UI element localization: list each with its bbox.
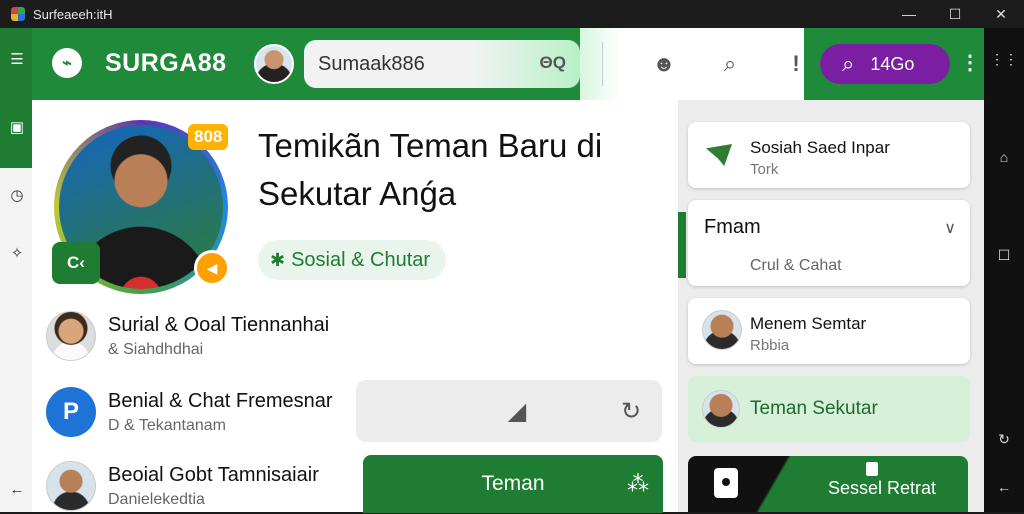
divider (602, 42, 603, 86)
search-icon: ⌕ (842, 51, 855, 76)
contact-sub: & Siahdhdhai (108, 340, 204, 358)
left-rail: ☰ ▣ ◷ ✧ ← (0, 28, 32, 512)
search-box[interactable]: ΘQ (304, 40, 580, 88)
avatar: P (46, 387, 96, 437)
alert-icon[interactable]: ! (782, 50, 810, 78)
avatar (46, 461, 96, 511)
contact-sub: D & Tekantanam (108, 416, 226, 434)
chip-label: Sosial & Chutar (291, 248, 431, 271)
card-sub: Rbbia (750, 337, 790, 354)
menu-icon[interactable]: ☰ (8, 50, 26, 68)
chevron-down-icon[interactable]: ∨ (944, 218, 956, 238)
badge-green: C‹ (52, 242, 100, 284)
window-title: Surfeaeeh:itH (33, 6, 113, 22)
teman-label: Teman (481, 472, 545, 495)
search-icon[interactable]: ⌕ (716, 50, 744, 78)
puzzle-icon[interactable]: ✧ (8, 244, 26, 262)
search-pill-button[interactable]: ⌕ 14Go (820, 44, 950, 84)
category-chip[interactable]: ✱ Sosial & Chutar (258, 240, 447, 280)
avatar (702, 310, 742, 350)
header-tools: ☻ ⌕ ! (580, 28, 804, 100)
clock-icon[interactable]: ◷ (8, 186, 26, 204)
card-contact[interactable]: Menem Semtar Rbbia (688, 298, 970, 364)
action-toolbar: ◢ ↻ (356, 380, 662, 442)
contact-sub: Danielekedtia (108, 490, 205, 508)
card-title: Sessel Retrat (828, 478, 937, 498)
avatar[interactable] (254, 44, 294, 84)
badge-808: 808 (188, 124, 229, 150)
refresh-icon[interactable]: ↻ (995, 430, 1013, 448)
teman-button[interactable]: Teman ⁂ (363, 455, 663, 513)
contact-name: Benial & Chat Fremesnar (108, 389, 333, 412)
logo-icon[interactable]: ⌁ (52, 48, 82, 78)
active-indicator (678, 212, 686, 278)
search-icon[interactable]: ΘQ (540, 53, 566, 73)
search-input[interactable] (318, 52, 518, 76)
back-arrow-icon[interactable]: ← (8, 480, 26, 498)
app-header: ⌁ SURGA88 ΘQ ☻ ⌕ ! ⌕ 14Go ⋮ (32, 28, 984, 100)
close-button[interactable]: ✕ (978, 0, 1024, 28)
card-title: Sosiah Saed Inpar (750, 138, 890, 157)
card-title: Fmam (704, 216, 761, 238)
list-item[interactable]: P Benial & Chat Fremesnar D & Tekantanam (46, 384, 366, 440)
face-search-icon[interactable]: ☻ (650, 50, 678, 78)
page-title: Temikãn Teman Baru di Sekutar Anǵa (258, 127, 603, 212)
card-title: Teman Sekutar (750, 398, 878, 419)
card-nearby-friends[interactable]: Teman Sekutar (688, 376, 970, 442)
badge-orange: ◀ (194, 250, 230, 286)
minimize-button[interactable]: — (886, 0, 932, 28)
back-icon[interactable]: ← (995, 478, 1013, 496)
contact-name: Surial & Ooal Tiennanhai (108, 313, 330, 336)
avatar (46, 311, 96, 361)
square-icon[interactable]: ☐ (995, 246, 1013, 264)
main-panel: 808 C‹ ◀ Temikãn Teman Baru di Sekutar A… (32, 100, 678, 514)
card-session-button[interactable]: Sessel Retrat (688, 456, 968, 512)
gear-icon: ✱ (270, 249, 286, 270)
square-icon[interactable]: ▣ (8, 118, 26, 136)
window-controls: — ☐ ✕ (886, 0, 1024, 28)
share-icon: ⁂ (627, 471, 649, 496)
app-icon (11, 7, 25, 21)
brand-name: SURGA88 (105, 49, 227, 77)
lock-icon (866, 462, 878, 476)
title-bar: Surfeaeeh:itH — ☐ ✕ (0, 0, 1024, 28)
send-icon (706, 144, 732, 166)
left-rail-accent (0, 28, 32, 168)
card-title: Menem Semtar (750, 314, 867, 333)
maximize-button[interactable]: ☐ (932, 0, 978, 28)
list-item[interactable]: Beoial Gobt Tamnisaiair Danielekedtia (46, 458, 366, 514)
home-icon[interactable]: ⌂ (995, 148, 1013, 166)
more-icon[interactable]: ⋮ (960, 50, 980, 75)
lock-icon (714, 468, 738, 498)
avatar (702, 390, 740, 428)
contact-name: Beoial Gobt Tamnisaiair (108, 463, 319, 486)
card-social-feed[interactable]: Sosiah Saed Inpar Tork (688, 122, 970, 188)
right-sidebar: Sosiah Saed Inpar Tork Fmam ∨ Crul & Cah… (678, 100, 984, 512)
signal-icon[interactable]: ◢ (502, 396, 532, 426)
refresh-icon[interactable]: ↻ (616, 396, 646, 426)
card-friends-dropdown[interactable]: Fmam ∨ Crul & Cahat (678, 200, 970, 286)
pill-label: 14Go (870, 53, 915, 74)
right-rail: ⋮⋮ ⌂ ☐ ↻ ← (984, 28, 1024, 512)
list-item[interactable]: Surial & Ooal Tiennanhai & Siahdhdhai (46, 308, 366, 364)
card-sub: Tork (750, 161, 779, 178)
grid-icon[interactable]: ⋮⋮ (990, 50, 1018, 68)
card-sub: Crul & Cahat (750, 257, 842, 274)
